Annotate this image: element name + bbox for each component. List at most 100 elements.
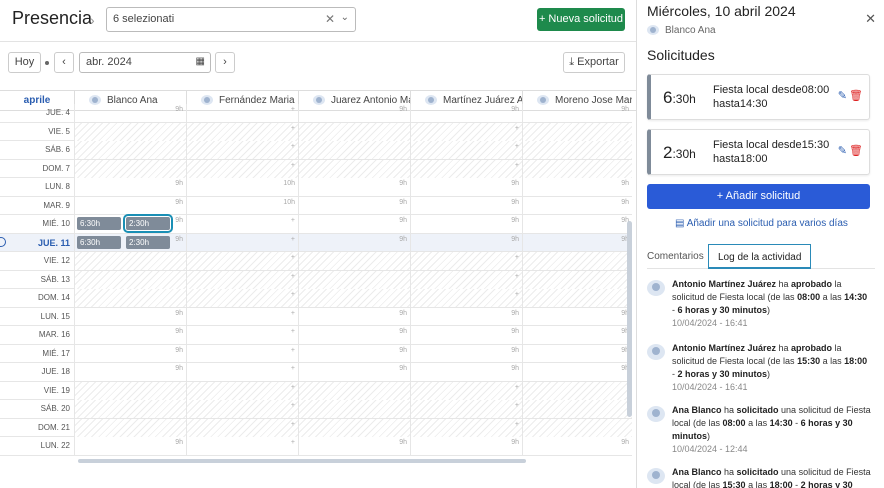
day-cell[interactable]: 9h xyxy=(410,363,522,381)
multi-day-request-link[interactable]: ▤ Añadir una solicitud para varios días xyxy=(675,218,848,229)
day-cell[interactable] xyxy=(522,141,632,159)
day-cell[interactable]: 9h xyxy=(74,437,186,455)
day-cell[interactable]: 9h xyxy=(522,233,632,252)
request-card[interactable]: 6:30h Fiesta local desde08:00 hasta14:30… xyxy=(647,74,870,120)
day-cell[interactable]: 9h xyxy=(410,196,522,215)
day-cell[interactable]: + xyxy=(410,141,522,159)
day-cell[interactable] xyxy=(522,381,632,400)
day-cell[interactable]: + xyxy=(410,400,522,418)
day-cell[interactable]: 9h xyxy=(522,215,632,233)
absence-chip[interactable]: 6:30h xyxy=(77,217,121,230)
day-cell[interactable]: 9h xyxy=(410,344,522,363)
day-cell[interactable]: 9h xyxy=(298,326,410,344)
employee-selector[interactable]: 6 selezionati ✕ ⌄ xyxy=(106,7,356,32)
day-cell[interactable] xyxy=(298,381,410,400)
day-cell[interactable]: 9h xyxy=(298,307,410,326)
absence-chip[interactable]: 6:30h xyxy=(77,235,121,249)
day-cell[interactable]: 9h xyxy=(522,178,632,196)
day-cell[interactable] xyxy=(298,400,410,418)
day-cell[interactable]: + xyxy=(410,122,522,141)
day-cell[interactable]: + xyxy=(186,326,298,344)
day-cell[interactable]: 9h xyxy=(74,363,186,381)
day-cell[interactable] xyxy=(522,418,632,437)
day-cell[interactable]: + xyxy=(186,289,298,307)
new-request-button[interactable]: + Nueva solicitud xyxy=(537,8,625,31)
prev-month-button[interactable]: ‹ xyxy=(54,52,74,73)
add-request-button[interactable]: + Añadir solicitud xyxy=(647,184,870,209)
day-cell[interactable]: 9h xyxy=(410,104,522,122)
day-cell[interactable]: 9h xyxy=(410,326,522,344)
day-cell[interactable] xyxy=(74,252,186,270)
day-cell[interactable]: 9h xyxy=(298,344,410,363)
day-cell[interactable] xyxy=(74,418,186,437)
request-card[interactable]: 2:30h Fiesta local desde15:30 hasta18:00… xyxy=(647,129,870,175)
day-cell[interactable]: 9h xyxy=(74,178,186,196)
day-cell[interactable] xyxy=(74,159,186,178)
day-cell[interactable] xyxy=(74,122,186,141)
today-button[interactable]: Hoy xyxy=(8,52,41,73)
day-cell[interactable]: + xyxy=(186,252,298,270)
day-cell[interactable] xyxy=(298,418,410,437)
day-cell[interactable]: + xyxy=(186,159,298,178)
day-cell[interactable]: 9h xyxy=(410,215,522,233)
day-cell[interactable] xyxy=(522,252,632,270)
horizontal-scrollbar[interactable] xyxy=(78,459,526,463)
day-cell[interactable]: 9h xyxy=(298,196,410,215)
close-icon[interactable]: ✕ xyxy=(865,11,876,27)
day-cell[interactable] xyxy=(298,159,410,178)
day-cell[interactable]: + xyxy=(186,307,298,326)
day-cell[interactable]: 9h xyxy=(74,196,186,215)
absence-chip[interactable]: 2:30h xyxy=(123,214,173,233)
day-cell[interactable]: + xyxy=(186,381,298,400)
day-cell[interactable] xyxy=(298,122,410,141)
day-cell[interactable]: + xyxy=(186,141,298,159)
next-month-button[interactable]: › xyxy=(215,52,235,73)
day-cell[interactable]: 9h xyxy=(522,196,632,215)
absence-chip[interactable]: 2:30h xyxy=(126,235,170,249)
day-cell[interactable]: 10h xyxy=(186,178,298,196)
day-cell[interactable]: + xyxy=(186,104,298,122)
vertical-scrollbar[interactable] xyxy=(627,221,632,417)
day-cell[interactable]: 9h xyxy=(410,437,522,455)
day-cell[interactable]: + xyxy=(186,215,298,233)
tab-activity-log[interactable]: Log de la actividad xyxy=(708,244,812,269)
chevron-down-icon[interactable]: ⌄ xyxy=(341,12,349,23)
day-cell[interactable]: 9h xyxy=(298,215,410,233)
day-cell[interactable] xyxy=(298,252,410,270)
day-cell[interactable]: + xyxy=(186,363,298,381)
tab-comments[interactable]: Comentarios xyxy=(647,244,704,269)
day-cell[interactable]: 9h xyxy=(522,104,632,122)
day-cell[interactable] xyxy=(74,381,186,400)
day-cell[interactable]: 10h xyxy=(186,196,298,215)
day-cell[interactable]: + xyxy=(410,289,522,307)
day-cell[interactable]: 9h xyxy=(74,344,186,363)
day-cell[interactable]: + xyxy=(410,270,522,289)
day-cell[interactable]: 9h xyxy=(522,437,632,455)
day-cell[interactable] xyxy=(74,141,186,159)
day-cell[interactable]: 9h xyxy=(74,104,186,122)
day-cell[interactable] xyxy=(74,289,186,307)
day-cell[interactable] xyxy=(522,400,632,418)
day-cell[interactable] xyxy=(298,141,410,159)
day-cell[interactable]: + xyxy=(186,122,298,141)
day-cell[interactable]: + xyxy=(186,233,298,252)
day-cell[interactable]: 9h xyxy=(298,104,410,122)
day-cell[interactable]: 9h xyxy=(410,178,522,196)
day-cell[interactable]: + xyxy=(186,418,298,437)
day-cell[interactable]: 9h xyxy=(522,363,632,381)
day-cell[interactable] xyxy=(522,122,632,141)
day-cell[interactable]: 9h xyxy=(298,437,410,455)
edit-icon[interactable]: ✎ xyxy=(838,89,847,102)
day-cell[interactable]: + xyxy=(186,344,298,363)
day-cell[interactable] xyxy=(74,270,186,289)
day-cell[interactable]: 9h xyxy=(74,307,186,326)
day-cell[interactable]: 9h xyxy=(522,307,632,326)
day-cell[interactable]: 9h xyxy=(410,233,522,252)
month-picker[interactable]: abr. 2024 ▦ xyxy=(79,52,211,73)
day-cell[interactable]: + xyxy=(410,159,522,178)
day-cell[interactable]: 9h xyxy=(522,326,632,344)
clear-icon[interactable]: ✕ xyxy=(325,12,335,26)
day-cell[interactable] xyxy=(522,289,632,307)
day-cell[interactable]: 9h xyxy=(298,233,410,252)
edit-icon[interactable]: ✎ xyxy=(838,144,847,157)
